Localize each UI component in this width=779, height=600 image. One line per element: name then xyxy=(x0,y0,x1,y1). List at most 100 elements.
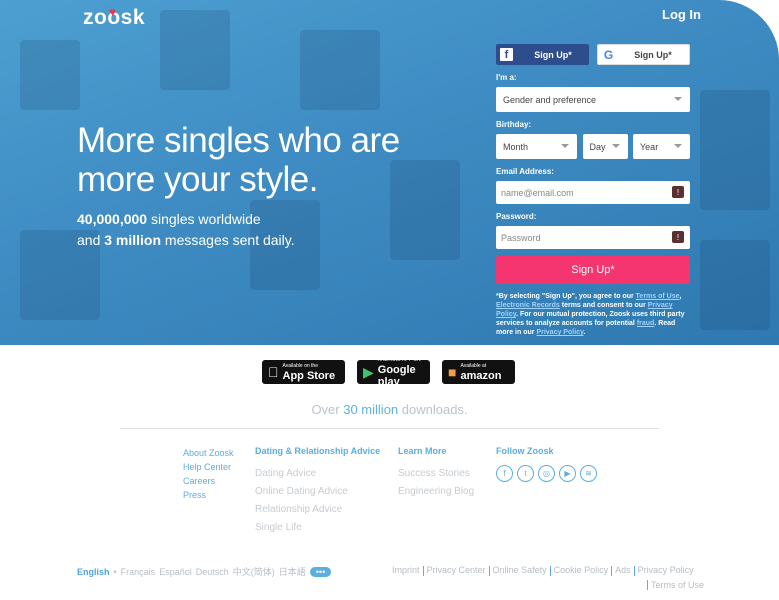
language-current[interactable]: English xyxy=(77,567,110,577)
app-store-small: Available on the xyxy=(272,363,319,369)
app-store-badge[interactable]:  Available on the App Store xyxy=(262,360,345,384)
privacy-policy-link[interactable]: Privacy Policy xyxy=(536,329,583,336)
link-divider xyxy=(633,565,635,576)
day-select[interactable]: Day xyxy=(582,134,628,159)
link-divider xyxy=(422,565,424,576)
instagram-icon[interactable]: ◎ xyxy=(538,465,555,482)
language-french[interactable]: Français xyxy=(121,567,156,577)
facebook-signup-button[interactable]: f Sign Up* xyxy=(496,44,589,65)
year-select-value: Year xyxy=(640,141,659,152)
amazon-badge[interactable]: ■ Available at amazon xyxy=(442,360,515,384)
legal-link-imprint[interactable]: Imprint xyxy=(392,565,420,575)
hero-section: zoosk ♥ Log In More singles who are more… xyxy=(0,0,779,345)
language-chinese[interactable]: 中文(简体) xyxy=(233,565,275,578)
app-store-text: Available on the App Store xyxy=(283,362,336,382)
signup-button[interactable]: Sign Up* xyxy=(496,256,690,284)
facebook-icon: f xyxy=(500,48,513,61)
google-play-badge[interactable]: ▶ ANDROID APP ON Google play xyxy=(357,357,430,388)
language-spanish[interactable]: Español xyxy=(159,567,192,577)
legal-text-part: , xyxy=(679,293,682,300)
email-field[interactable]: name@email.com ! xyxy=(496,181,690,204)
alert-icon: ! xyxy=(672,186,684,198)
amazon-icon: ■ xyxy=(448,364,457,380)
language-selector: English • Français Español Deutsch 中文(简体… xyxy=(77,565,332,578)
legal-links-second-row: Terms of Use xyxy=(644,580,712,591)
amazon-big: amazon xyxy=(460,370,502,382)
stat-messages-pre: and xyxy=(77,232,105,248)
signup-form: f Sign Up* G Sign Up* I'm a: Gender and … xyxy=(496,44,690,337)
footer-link-relationship-advice[interactable]: Relationship Advice xyxy=(255,501,380,519)
footer-heading-advice[interactable]: Dating & Relationship Advice xyxy=(255,446,380,456)
social-icons: f t ◎ ▶ ≋ xyxy=(496,465,597,482)
stat-messages-count: 3 million xyxy=(104,232,162,248)
legal-link-privacy-center[interactable]: Privacy Center xyxy=(427,565,486,575)
stat-messages: and 3 million messages sent daily. xyxy=(77,232,295,248)
footer-link-careers[interactable]: Careers xyxy=(183,474,234,488)
chevron-down-icon xyxy=(674,97,682,101)
sso-row: f Sign Up* G Sign Up* xyxy=(496,44,690,65)
birthday-row: Month Day Year xyxy=(496,134,690,159)
legal-link-terms[interactable]: Terms of Use xyxy=(651,580,704,590)
footer-col-follow: Follow Zoosk f t ◎ ▶ ≋ xyxy=(496,446,597,482)
footer-col-advice: Dating & Relationship Advice Dating Advi… xyxy=(255,446,380,537)
background-photo xyxy=(300,30,380,110)
day-select-value: Day xyxy=(589,141,606,152)
downloads-pre: Over xyxy=(311,402,344,417)
email-placeholder: name@email.com xyxy=(501,187,574,198)
google-signup-label: Sign Up* xyxy=(634,49,672,60)
more-languages-button[interactable]: ••• xyxy=(309,566,332,577)
stat-singles-count: 40,000,000 xyxy=(77,211,148,227)
downloads-number: 30 million xyxy=(343,402,399,417)
password-field[interactable]: Password ! xyxy=(496,226,690,249)
background-photo xyxy=(20,40,80,110)
language-japanese[interactable]: 日本語 xyxy=(279,565,306,578)
year-select[interactable]: Year xyxy=(633,134,690,159)
chevron-down-icon xyxy=(674,144,682,148)
legal-link-online-safety[interactable]: Online Safety xyxy=(493,565,547,575)
footer-col-learn: Learn More Success Stories Engineering B… xyxy=(398,446,474,501)
chevron-down-icon xyxy=(561,144,569,148)
link-divider xyxy=(488,565,490,576)
footer-link-about[interactable]: About Zoosk xyxy=(183,446,234,460)
month-select[interactable]: Month xyxy=(496,134,577,159)
youtube-icon[interactable]: ▶ xyxy=(559,465,576,482)
login-link[interactable]: Log In xyxy=(662,7,701,22)
email-label: Email Address: xyxy=(496,167,554,176)
google-play-small: ANDROID APP ON xyxy=(377,357,421,363)
footer-heading-learn[interactable]: Learn More xyxy=(398,446,474,456)
footer-link-dating-advice[interactable]: Dating Advice xyxy=(255,465,380,483)
app-store-big: App Store xyxy=(272,370,336,382)
twitter-icon[interactable]: t xyxy=(517,465,534,482)
heart-icon: ♥ xyxy=(109,5,117,19)
legal-link-cookie-policy[interactable]: Cookie Policy xyxy=(554,565,609,575)
link-divider xyxy=(611,565,613,576)
legal-text-part: . xyxy=(583,329,586,336)
facebook-icon[interactable]: f xyxy=(496,465,513,482)
apple-icon:  xyxy=(268,364,279,380)
legal-text-part: *By selecting "Sign Up", you agree to ou… xyxy=(496,293,636,300)
language-german[interactable]: Deutsch xyxy=(196,567,229,577)
legal-link-privacy-policy[interactable]: Privacy Policy xyxy=(638,565,694,575)
birthday-label: Birthday: xyxy=(496,120,532,129)
downloads-count: Over 30 million downloads. xyxy=(0,402,779,417)
footer-link-success-stories[interactable]: Success Stories xyxy=(398,465,474,483)
stat-singles: 40,000,000 singles worldwide xyxy=(77,211,261,227)
background-photo xyxy=(700,90,770,210)
rss-icon[interactable]: ≋ xyxy=(580,465,597,482)
terms-link[interactable]: Terms of Use xyxy=(636,293,680,300)
footer-link-press[interactable]: Press xyxy=(183,488,234,502)
google-play-icon: ▶ xyxy=(363,363,374,380)
zoosk-logo[interactable]: zoosk ♥ xyxy=(83,5,145,30)
footer-link-online-dating-advice[interactable]: Online Dating Advice xyxy=(255,483,380,501)
electronic-records-link[interactable]: Electronic Records xyxy=(496,302,560,309)
link-divider xyxy=(549,565,551,576)
link-divider xyxy=(647,580,648,591)
footer-link-help[interactable]: Help Center xyxy=(183,460,234,474)
gender-select[interactable]: Gender and preference xyxy=(496,87,690,112)
fraud-link[interactable]: fraud xyxy=(637,320,655,327)
google-signup-button[interactable]: G Sign Up* xyxy=(597,44,690,65)
footer-link-engineering-blog[interactable]: Engineering Blog xyxy=(398,483,474,501)
footer-link-single-life[interactable]: Single Life xyxy=(255,519,380,537)
legal-link-ads[interactable]: Ads xyxy=(615,565,631,575)
footer-divider xyxy=(120,428,659,429)
